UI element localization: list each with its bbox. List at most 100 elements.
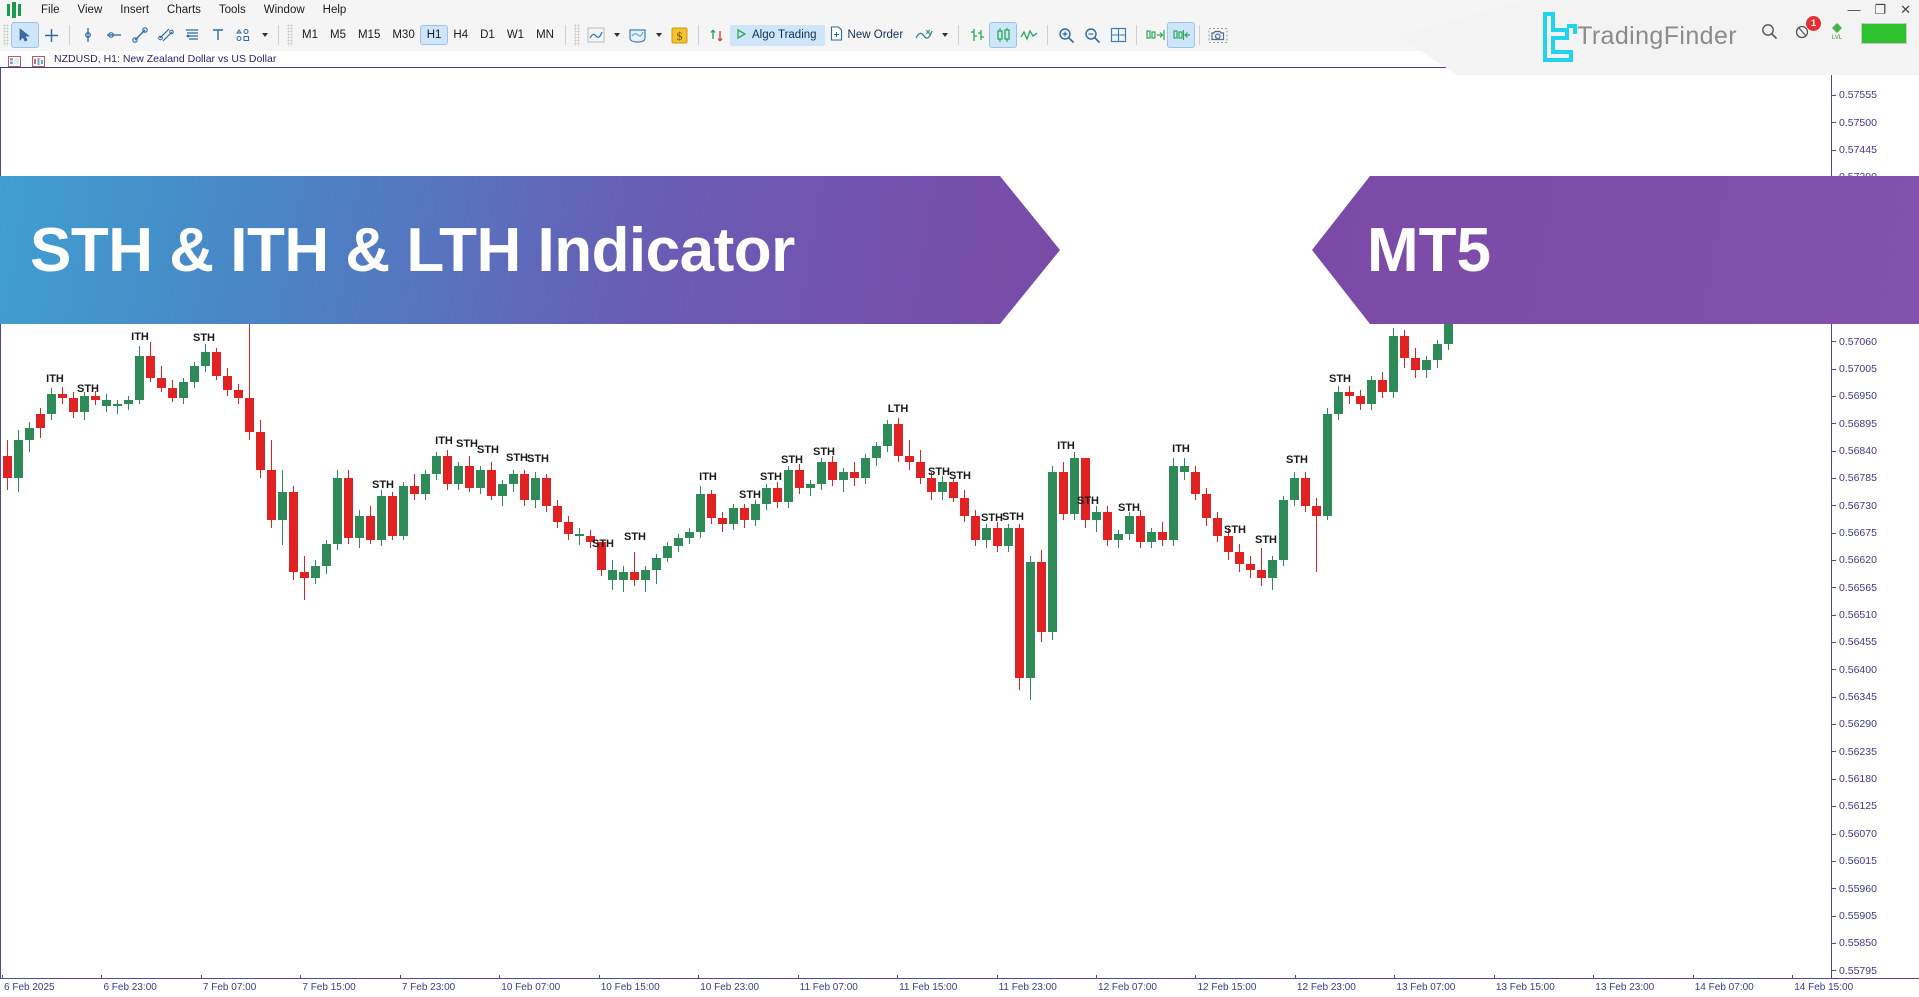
- indicators-arrows-icon[interactable]: [704, 23, 730, 47]
- menu-item-help[interactable]: Help: [314, 2, 356, 18]
- candlestick-plot[interactable]: ITH STH ITH STH LTH STH ITH STH STH STH STH STH STH I…: [1, 68, 1831, 978]
- timeframe-grip[interactable]: [287, 24, 293, 46]
- grid-icon[interactable]: [1105, 23, 1131, 47]
- candle-body: [1059, 472, 1068, 514]
- timeframe-mn[interactable]: MN: [530, 26, 560, 44]
- new-order-button[interactable]: New Order: [825, 23, 912, 47]
- horizontal-line-tool[interactable]: [101, 23, 127, 47]
- timeframe-m5[interactable]: M5: [324, 26, 352, 44]
- time-tick-mark: [1195, 975, 1197, 979]
- timeframe-w1[interactable]: W1: [501, 26, 530, 44]
- chart-canvas[interactable]: ITH STH ITH STH LTH STH ITH STH STH STH STH STH STH I…: [0, 68, 1919, 978]
- candle-body: [311, 566, 320, 578]
- menu-item-view[interactable]: View: [69, 2, 112, 18]
- dollar-icon[interactable]: $: [667, 23, 693, 47]
- price-tick: 0.57060: [1832, 336, 1877, 348]
- bar-chart-icon[interactable]: [964, 23, 990, 47]
- crosshair-tool[interactable]: [38, 23, 64, 47]
- trendline-tool[interactable]: [127, 23, 153, 47]
- candlestick-chart-icon[interactable]: [989, 22, 1018, 48]
- toolbar-grip[interactable]: [3, 24, 9, 46]
- menu-item-insert[interactable]: Insert: [111, 2, 158, 18]
- cursor-tool[interactable]: [11, 22, 39, 48]
- time-tick-mark: [1493, 975, 1495, 979]
- price-tick: 0.57005: [1832, 363, 1877, 375]
- candle-body: [1389, 336, 1398, 392]
- price-tick: 0.56455: [1832, 636, 1877, 648]
- candle-body: [641, 570, 650, 580]
- time-tick: 14 Feb 15:00: [1794, 982, 1854, 993]
- candle-body: [762, 488, 771, 504]
- algo-trading-button[interactable]: Algo Trading: [729, 24, 825, 46]
- candle-body: [245, 398, 254, 432]
- candle-body: [949, 482, 958, 498]
- level-account-icon[interactable]: LVL: [1829, 22, 1845, 45]
- svg-text:$: $: [677, 29, 683, 43]
- menu-item-window[interactable]: Window: [255, 2, 314, 18]
- search-icon[interactable]: [1761, 23, 1778, 45]
- chart-auto-scroll-icon[interactable]: [1167, 22, 1196, 48]
- swing-label-sth: STH: [1391, 315, 1413, 327]
- menu-item-tools[interactable]: Tools: [210, 2, 255, 18]
- swing-label-sth: STH: [760, 471, 782, 483]
- candle-wick: [1261, 548, 1262, 586]
- candle-body: [1004, 528, 1013, 546]
- candle-body: [190, 366, 199, 382]
- shapes-tool[interactable]: [231, 23, 257, 47]
- line-chart-2-icon[interactable]: [1016, 23, 1042, 47]
- camera-screenshot-icon[interactable]: [1205, 23, 1231, 47]
- trade-grip[interactable]: [573, 24, 580, 46]
- time-tick: 10 Feb 15:00: [600, 982, 660, 993]
- timeframe-m15[interactable]: M15: [352, 26, 386, 44]
- price-tick: 0.56180: [1832, 773, 1877, 785]
- timeframe-h4[interactable]: H4: [447, 26, 474, 44]
- swing-label-ith: ITH: [699, 471, 717, 483]
- notification-bell-icon[interactable]: 1: [1794, 15, 1821, 45]
- zoom-out-icon[interactable]: [1079, 23, 1105, 47]
- swing-label-ith: ITH: [1172, 443, 1190, 455]
- time-tick-mark: [1593, 975, 1595, 979]
- time-tick-mark: [300, 975, 302, 979]
- text-label-tool[interactable]: [205, 23, 231, 47]
- restore-button[interactable]: ❐: [1874, 3, 1886, 16]
- candle-body: [1169, 466, 1178, 540]
- time-axis[interactable]: 6 Feb 2025 6 Feb 23:00 7 Feb 07:00 7 Feb 15…: [0, 975, 1919, 997]
- price-tick: 0.56730: [1832, 500, 1877, 512]
- candle-wick: [579, 528, 580, 545]
- time-tick: 11 Feb 15:00: [899, 982, 958, 993]
- candle-body: [91, 396, 100, 400]
- candle-body: [608, 570, 617, 580]
- candle-body: [366, 516, 375, 540]
- time-tick: 6 Feb 23:00: [103, 982, 157, 993]
- zoom-in-icon[interactable]: [1053, 23, 1079, 47]
- equidistant-channel-tool[interactable]: [153, 23, 179, 47]
- objects-caret[interactable]: [942, 33, 949, 37]
- template-caret[interactable]: [655, 33, 662, 37]
- swing-label-sth: STH: [1479, 250, 1501, 262]
- template-icon[interactable]: [625, 23, 651, 47]
- menu-item-file[interactable]: File: [32, 2, 69, 18]
- timeframe-h1[interactable]: H1: [419, 25, 449, 45]
- line-chart-icon[interactable]: [583, 23, 609, 47]
- swing-label-ith: ITH: [1057, 440, 1075, 452]
- object-list-icon[interactable]: [911, 23, 937, 47]
- timeframe-m1[interactable]: M1: [296, 26, 324, 44]
- chart-type-caret[interactable]: [613, 33, 620, 37]
- chart-shift-right-icon[interactable]: [1142, 23, 1168, 47]
- swing-label-sth: STH: [477, 444, 499, 456]
- timeframe-d1[interactable]: D1: [474, 26, 501, 44]
- candle-body: [1444, 312, 1453, 344]
- price-tick: 0.55795: [1832, 965, 1877, 977]
- candle-body: [828, 462, 837, 480]
- minimize-button[interactable]: —: [1847, 3, 1860, 16]
- candle-body: [927, 478, 936, 492]
- candle-body: [1224, 536, 1233, 552]
- menu-item-charts[interactable]: Charts: [158, 2, 210, 18]
- close-button[interactable]: ✕: [1900, 3, 1911, 16]
- fibonacci-retracement-tool[interactable]: [179, 23, 205, 47]
- vertical-line-tool[interactable]: [75, 23, 101, 47]
- shapes-dropdown-caret[interactable]: [262, 33, 268, 37]
- time-tick-mark: [897, 975, 899, 979]
- price-axis[interactable]: 0.576100.575550.575000.574450.573900.573…: [1831, 68, 1919, 978]
- timeframe-m30[interactable]: M30: [386, 26, 420, 44]
